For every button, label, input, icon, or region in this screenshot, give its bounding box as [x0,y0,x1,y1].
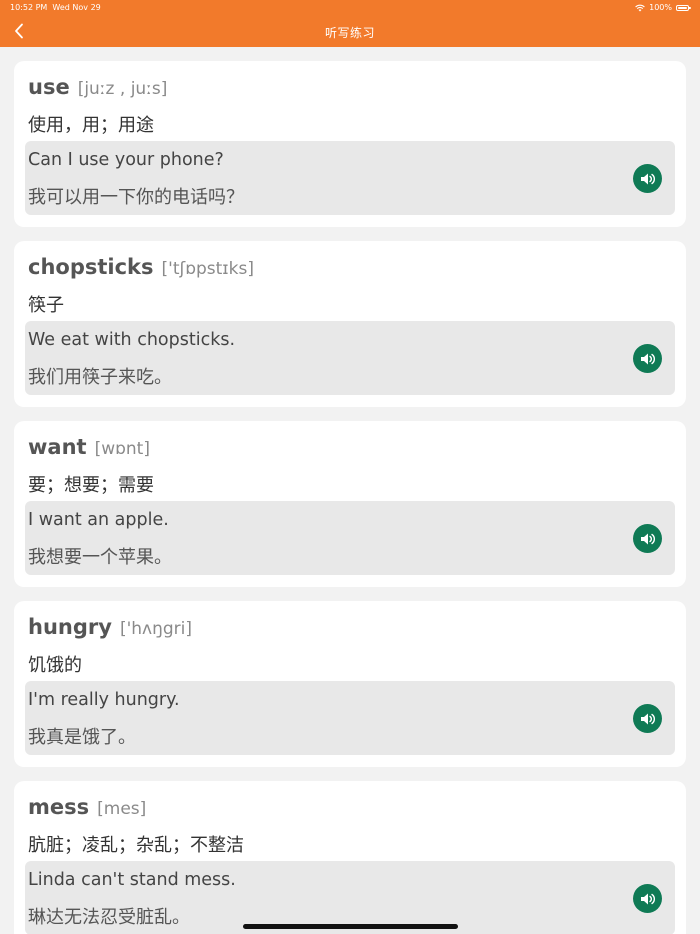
word-card: want [wɒnt] 要；想要；需要 I want an apple. 我想要… [14,421,686,587]
play-audio-button[interactable] [633,704,662,733]
example-sentence-box: I want an apple. 我想要一个苹果。 [25,501,675,575]
word-meaning: 肮脏；凌乱；杂乱；不整洁 [28,835,244,856]
app-screen: 10:52 PM Wed Nov 29 100% 听写练习 use [juːz … [0,0,700,934]
battery-icon [676,4,691,11]
speaker-icon [640,713,655,724]
phonetic-text: ['hʌŋgri] [119,619,192,639]
page-title: 听写练习 [324,26,375,40]
example-sentence-box: We eat with chopsticks. 我们用筷子来吃。 [25,321,675,395]
example-chinese: 我想要一个苹果。 [28,547,172,568]
status-indicators: 100% [635,3,691,12]
word-card: chopsticks ['tʃɒpstɪks] 筷子 We eat with c… [14,241,686,407]
word-meaning: 要；想要；需要 [28,475,154,496]
phonetic-text: [juːz , juːs] [77,79,168,99]
word-header: want [wɒnt] [28,435,150,459]
play-audio-button[interactable] [633,344,662,373]
word-meaning: 饥饿的 [28,655,82,676]
word-card: hungry ['hʌŋgri] 饥饿的 I'm really hungry. … [14,601,686,767]
word-header: mess [mes] [28,795,146,819]
example-english: I want an apple. [28,510,169,530]
word-header: use [juːz , juːs] [28,75,167,99]
example-sentence-box: I'm really hungry. 我真是饿了。 [25,681,675,755]
word-text: want [28,435,87,459]
word-text: chopsticks [28,255,154,279]
word-card: mess [mes] 肮脏；凌乱；杂乱；不整洁 Linda can't stan… [14,781,686,934]
word-meaning: 筷子 [28,295,64,316]
word-header: chopsticks ['tʃɒpstɪks] [28,255,254,279]
battery-percent: 100% [649,3,672,12]
speaker-icon [640,173,655,184]
home-indicator[interactable] [243,924,458,929]
speaker-icon [640,353,655,364]
word-header: hungry ['hʌŋgri] [28,615,192,639]
example-english: Can I use your phone? [28,150,224,170]
speaker-icon [640,533,655,544]
phonetic-text: [wɒnt] [94,439,150,459]
example-sentence-box: Can I use your phone? 我可以用一下你的电话吗？ [25,141,675,215]
example-english: I'm really hungry. [28,690,180,710]
example-chinese: 我可以用一下你的电话吗？ [28,187,244,208]
word-text: mess [28,795,90,819]
navigation-bar: 10:52 PM Wed Nov 29 100% 听写练习 [0,0,700,47]
example-chinese: 我们用筷子来吃。 [28,367,172,388]
example-chinese: 琳达无法忍受脏乱。 [28,907,190,928]
example-english: Linda can't stand mess. [28,870,236,890]
example-chinese: 我真是饿了。 [28,727,136,748]
example-english: We eat with chopsticks. [28,330,236,350]
play-audio-button[interactable] [633,164,662,193]
play-audio-button[interactable] [633,524,662,553]
wifi-icon [635,4,645,11]
phonetic-text: ['tʃɒpstɪks] [161,259,254,279]
speaker-icon [640,893,655,904]
status-time: 10:52 PM Wed Nov 29 [10,3,101,12]
phonetic-text: [mes] [97,799,147,819]
word-card: use [juːz , juːs] 使用，用；用途 Can I use your… [14,61,686,227]
word-text: hungry [28,615,112,639]
play-audio-button[interactable] [633,884,662,913]
word-meaning: 使用，用；用途 [28,115,154,136]
word-text: use [28,75,70,99]
